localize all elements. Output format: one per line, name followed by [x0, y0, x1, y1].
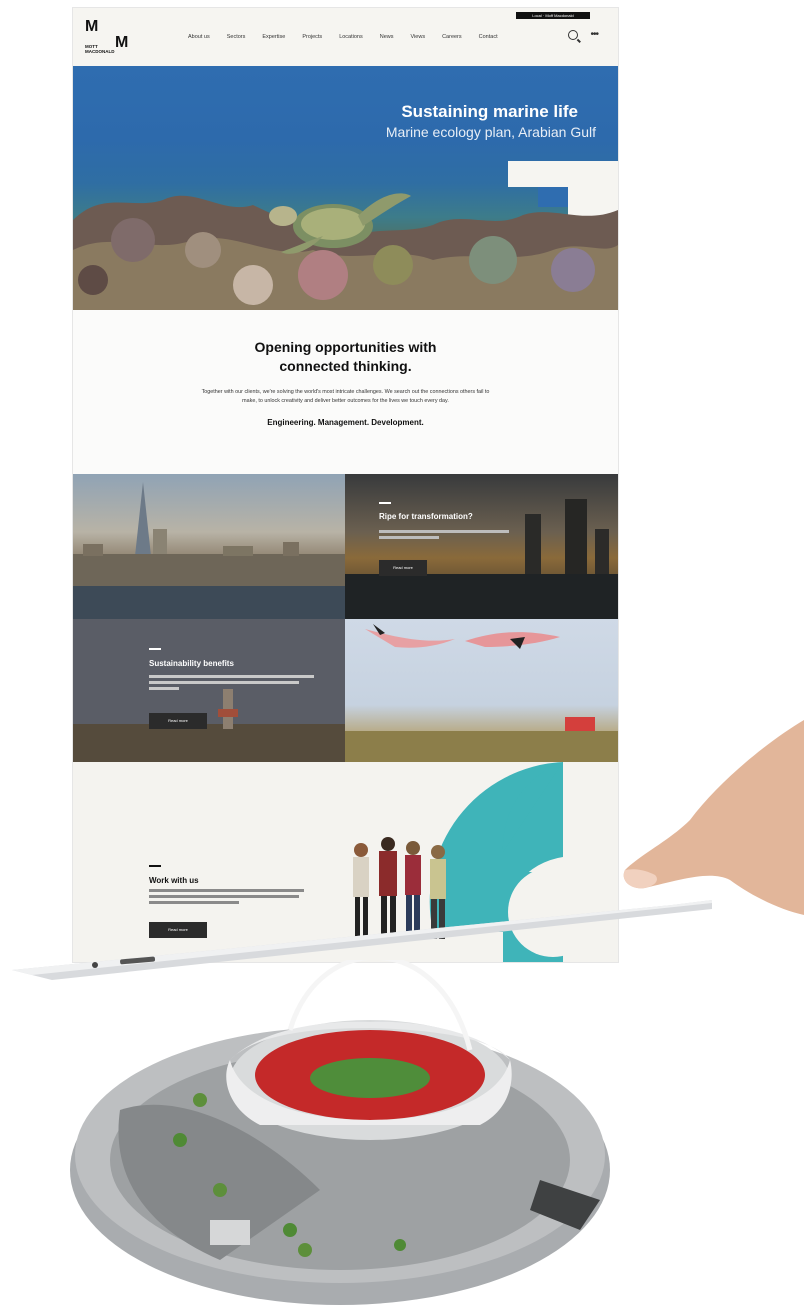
nav-item-sectors[interactable]: Sectors	[227, 34, 246, 40]
locale-bar[interactable]: Local · Moff Macdonald	[516, 12, 590, 19]
tile-eyebrow-dash	[379, 502, 391, 504]
header-icons: •••	[568, 30, 599, 40]
sustainability-tile[interactable]: Sustainability benefits Read more	[73, 619, 345, 762]
nav-item-views[interactable]: Views	[411, 34, 426, 40]
flamingo-image[interactable]	[345, 619, 618, 762]
nav-item-careers[interactable]: Careers	[442, 34, 462, 40]
careers-title: Work with us	[149, 876, 199, 885]
nav-item-expertise[interactable]: Expertise	[262, 34, 285, 40]
logo-mark-bottom: M	[115, 34, 129, 51]
logo-wordmark: MOTT MACDONALD	[85, 44, 115, 54]
nav-item-projects[interactable]: Projects	[302, 34, 322, 40]
hand-image	[623, 720, 804, 915]
careers-eyebrow-dash	[149, 865, 161, 867]
nav-item-contact[interactable]: Contact	[479, 34, 498, 40]
hero-title: Sustaining marine life	[401, 102, 578, 121]
tile-eyebrow-dash	[149, 648, 161, 650]
transformation-tile[interactable]: Ripe for transformation? Read more	[345, 474, 618, 619]
search-icon[interactable]	[568, 30, 579, 40]
main-nav: About us Sectors Expertise Projects Loca…	[188, 34, 515, 40]
flamingo-illustration	[345, 624, 618, 762]
skyline-illustration	[73, 482, 345, 619]
city-dusk-illustration	[345, 499, 618, 619]
more-icon[interactable]: •••	[590, 30, 598, 40]
hero-banner[interactable]: Sustaining marine life Marine ecology pl…	[73, 66, 618, 310]
transformation-read-more-button[interactable]: Read more	[379, 560, 427, 576]
nav-item-about[interactable]: About us	[188, 34, 210, 40]
nav-item-news[interactable]: News	[380, 34, 394, 40]
site-header: Local · Moff Macdonald M M MOTT MACDONAL…	[73, 8, 618, 66]
intro-heading: Opening opportunities with connected thi…	[254, 339, 437, 374]
nav-item-locations[interactable]: Locations	[339, 34, 363, 40]
intro-section: Opening opportunities with connected thi…	[73, 310, 618, 474]
intro-body: Together with our clients, we're solving…	[201, 389, 490, 404]
sustainability-title: Sustainability benefits	[149, 659, 234, 668]
turtle-image	[269, 193, 411, 254]
london-skyline-image[interactable]	[73, 474, 345, 619]
transformation-desc	[379, 526, 519, 539]
sustainability-desc	[149, 675, 319, 690]
logo-mark-top: M	[85, 18, 99, 35]
sustainability-read-more-button[interactable]: Read more	[149, 713, 207, 729]
transformation-title: Ripe for transformation?	[379, 512, 473, 521]
website-screen: Local · Moff Macdonald M M MOTT MACDONAL…	[73, 8, 618, 962]
industrial-illustration	[73, 689, 345, 762]
intro-tagline: Engineering. Management. Development.	[267, 418, 424, 427]
hero-subtitle: Marine ecology plan, Arabian Gulf	[385, 124, 596, 140]
stadium-model-image	[70, 960, 610, 1305]
company-logo[interactable]: M M MOTT MACDONALD	[85, 18, 131, 60]
